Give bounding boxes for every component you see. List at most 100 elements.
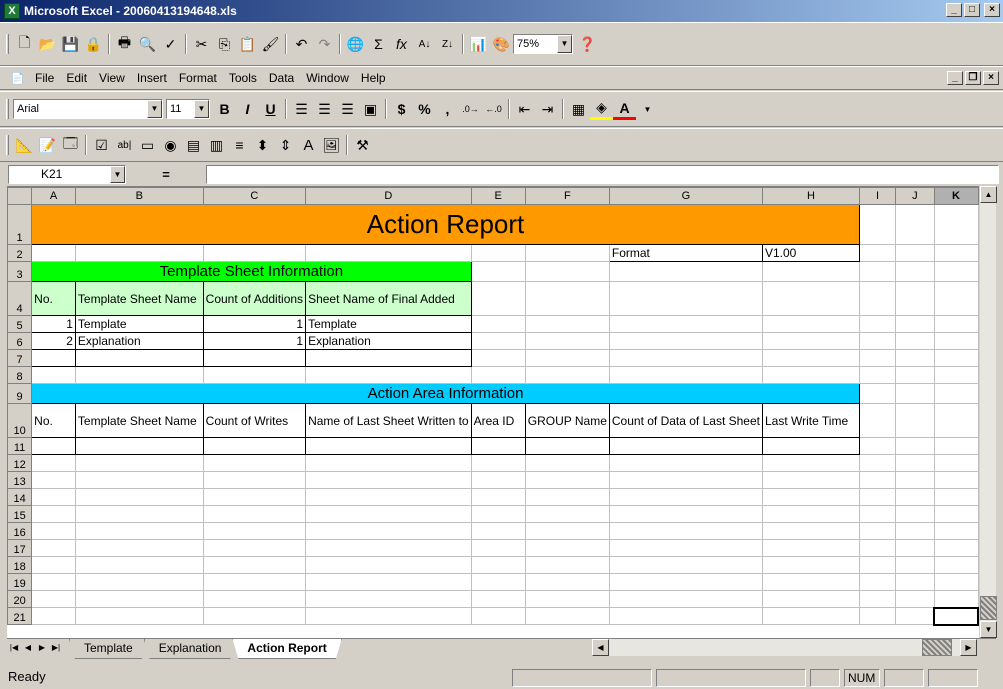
- template-header-cell[interactable]: No.: [31, 281, 76, 316]
- increase-indent-icon[interactable]: ⇥: [536, 98, 559, 120]
- row-header[interactable]: 14: [7, 488, 33, 506]
- cell[interactable]: [858, 522, 897, 540]
- save-icon[interactable]: 💾: [59, 33, 82, 55]
- cell[interactable]: [305, 366, 472, 384]
- cell[interactable]: [305, 590, 472, 608]
- last-sheet-icon[interactable]: ▶|: [49, 639, 63, 657]
- scroll-up-icon[interactable]: ▲: [980, 186, 997, 203]
- cell[interactable]: [608, 366, 763, 384]
- format-label-cell[interactable]: Format: [608, 244, 763, 262]
- cell[interactable]: [858, 539, 897, 557]
- cell[interactable]: [74, 556, 204, 574]
- cell[interactable]: [761, 522, 860, 540]
- cell[interactable]: [470, 315, 526, 333]
- toggle-button-control-icon[interactable]: ≡: [228, 134, 251, 156]
- cell[interactable]: [895, 505, 935, 523]
- cell[interactable]: [524, 349, 610, 367]
- font-color-icon[interactable]: A: [613, 98, 636, 120]
- cell[interactable]: [761, 332, 860, 350]
- cell-table[interactable]: A B C D E F G H I J K 1 Action Report 2 …: [7, 187, 979, 626]
- cell[interactable]: [524, 556, 610, 574]
- cell[interactable]: [608, 281, 763, 316]
- cell[interactable]: [608, 522, 763, 540]
- image-control-icon[interactable]: 🖼: [320, 134, 343, 156]
- cell[interactable]: [202, 366, 307, 384]
- tab-template[interactable]: Template: [69, 639, 148, 659]
- cell[interactable]: [470, 471, 526, 489]
- action-header-cell[interactable]: Name of Last Sheet Written to: [305, 403, 472, 438]
- template-cell[interactable]: 1: [31, 315, 76, 333]
- properties-icon[interactable]: 📝: [36, 134, 59, 156]
- cell[interactable]: [858, 488, 897, 506]
- cell[interactable]: [31, 488, 76, 506]
- row-header[interactable]: 5: [7, 315, 33, 333]
- action-header-cell[interactable]: GROUP Name: [524, 403, 610, 438]
- template-cell[interactable]: [305, 349, 472, 367]
- cell[interactable]: [608, 607, 763, 625]
- cell[interactable]: [933, 281, 979, 316]
- autosum-icon[interactable]: Σ: [367, 33, 390, 55]
- cell[interactable]: [933, 366, 979, 384]
- cell[interactable]: [895, 539, 935, 557]
- row-header[interactable]: 15: [7, 505, 33, 523]
- align-left-icon[interactable]: ☰: [290, 98, 313, 120]
- cell[interactable]: [470, 590, 526, 608]
- cell[interactable]: [895, 403, 935, 438]
- action-cell[interactable]: [74, 437, 204, 455]
- align-right-icon[interactable]: ☰: [336, 98, 359, 120]
- row-header[interactable]: 16: [7, 522, 33, 540]
- cell[interactable]: [858, 315, 897, 333]
- cell[interactable]: [608, 573, 763, 591]
- cell[interactable]: [895, 383, 935, 404]
- template-cell[interactable]: Template: [74, 315, 204, 333]
- menu-format[interactable]: Format: [173, 71, 223, 85]
- cell[interactable]: [858, 471, 897, 489]
- cell[interactable]: [524, 505, 610, 523]
- bold-button[interactable]: B: [213, 98, 236, 120]
- cell[interactable]: [74, 505, 204, 523]
- cell[interactable]: [608, 454, 763, 472]
- template-cell[interactable]: Explanation: [305, 332, 472, 350]
- row-header[interactable]: 18: [7, 556, 33, 574]
- template-header-cell[interactable]: Template Sheet Name: [74, 281, 204, 316]
- cell[interactable]: [470, 607, 526, 625]
- cell[interactable]: [202, 539, 307, 557]
- row-header[interactable]: 13: [7, 471, 33, 489]
- chevron-down-icon[interactable]: ▼: [147, 100, 162, 118]
- cell[interactable]: [524, 244, 610, 262]
- first-sheet-icon[interactable]: |◀: [7, 639, 21, 657]
- row-header[interactable]: 1: [7, 204, 33, 245]
- cell[interactable]: [31, 590, 76, 608]
- cell[interactable]: [858, 607, 897, 625]
- cell[interactable]: [305, 539, 472, 557]
- column-header[interactable]: H: [761, 187, 860, 205]
- cell[interactable]: [858, 383, 897, 404]
- report-title[interactable]: Action Report: [31, 204, 860, 245]
- cell[interactable]: [761, 471, 860, 489]
- cell[interactable]: [524, 539, 610, 557]
- name-box[interactable]: K21 ▼: [8, 164, 126, 184]
- listbox-control-icon[interactable]: ▤: [182, 134, 205, 156]
- cell[interactable]: [933, 403, 979, 438]
- action-cell[interactable]: [761, 437, 860, 455]
- chevron-down-icon[interactable]: ▼: [557, 35, 572, 53]
- doc-restore-button[interactable]: ❐: [965, 71, 981, 85]
- cell[interactable]: [305, 556, 472, 574]
- action-cell[interactable]: [524, 437, 610, 455]
- action-cell[interactable]: [202, 437, 307, 455]
- cell[interactable]: [470, 488, 526, 506]
- borders-icon[interactable]: ▦: [567, 98, 590, 120]
- template-cell[interactable]: Template: [305, 315, 472, 333]
- cell[interactable]: [524, 454, 610, 472]
- cell[interactable]: [608, 539, 763, 557]
- label-control-icon[interactable]: A: [297, 134, 320, 156]
- paste-icon[interactable]: 📋: [236, 33, 259, 55]
- template-cell[interactable]: Explanation: [74, 332, 204, 350]
- cell[interactable]: [470, 556, 526, 574]
- cell[interactable]: [933, 488, 979, 506]
- cell[interactable]: [524, 261, 610, 282]
- cell[interactable]: [933, 261, 979, 282]
- cell[interactable]: [933, 590, 979, 608]
- cell[interactable]: [608, 590, 763, 608]
- cell[interactable]: [31, 522, 76, 540]
